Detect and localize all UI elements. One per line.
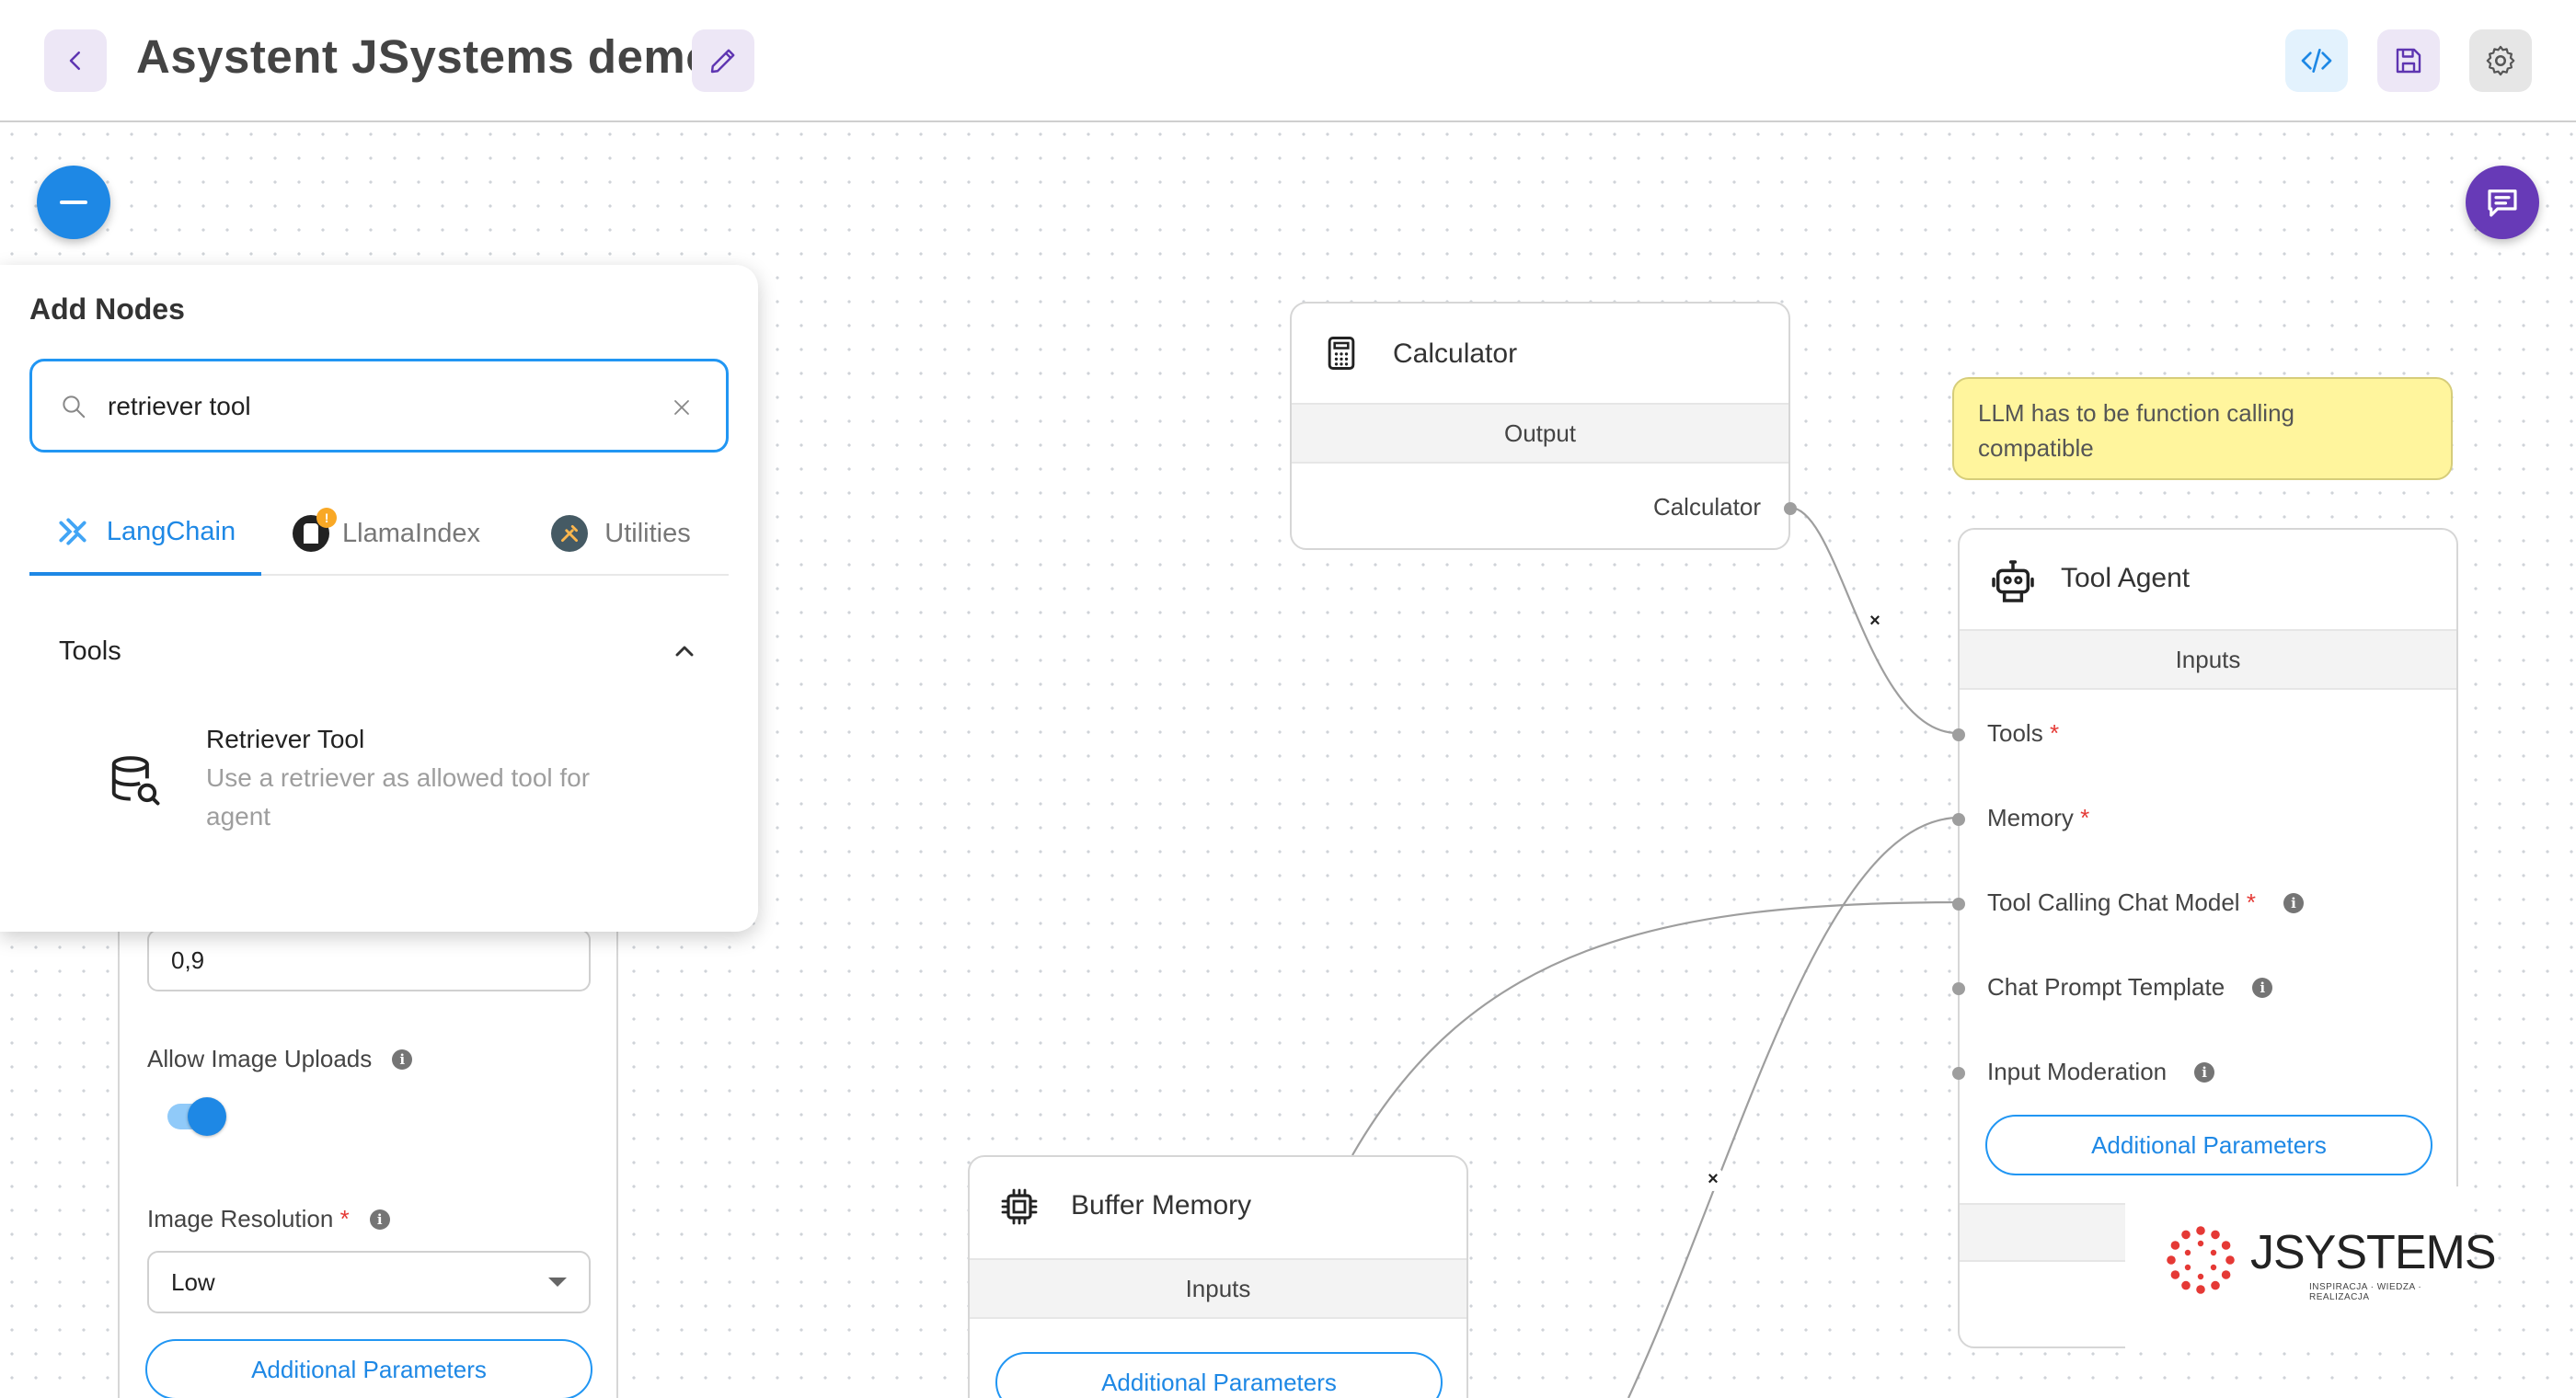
additional-parameters-button[interactable]: Additional Parameters [995, 1352, 1443, 1398]
image-resolution-value: Low [171, 1267, 215, 1296]
input-chat-model-row: Tool Calling Chat Model * i [1987, 888, 2304, 917]
output-label: Calculator [1652, 493, 1761, 521]
additional-parameters-button[interactable]: Additional Parameters [1985, 1115, 2432, 1175]
inputs-band: Inputs [1960, 629, 2456, 690]
buffer-memory-node[interactable]: Buffer Memory Inputs Additional Paramete… [968, 1155, 1468, 1398]
logo-dots-icon [2167, 1226, 2235, 1294]
page-title: Asystent JSystems demo [136, 30, 715, 83]
output-band: Output [1292, 403, 1788, 464]
input-chat-model-label: Tool Calling Chat Model * [1987, 888, 2256, 916]
chat-button[interactable] [2466, 166, 2539, 239]
langchain-icon [59, 518, 86, 545]
node-item-description: Use a retriever as allowed tool for [206, 763, 591, 792]
tab-label: LlamaIndex [342, 518, 480, 548]
allow-image-uploads-row: Allow Image Uploads i [147, 1045, 413, 1073]
tab-llamaindex[interactable]: ! LlamaIndex [276, 491, 497, 576]
edge-delete-button[interactable]: × [1863, 609, 1887, 633]
node-item-retriever-tool[interactable]: Retriever Tool Use a retriever as allowe… [29, 721, 729, 859]
input-handle-prompt[interactable] [1952, 982, 1965, 995]
allow-image-uploads-toggle[interactable] [167, 1097, 226, 1136]
node-item-description-cont: agent [206, 802, 271, 831]
api-code-button[interactable] [2285, 29, 2348, 92]
back-button[interactable] [44, 29, 107, 92]
input-handle-tools[interactable] [1952, 728, 1965, 741]
inputs-band: Inputs [970, 1258, 1466, 1319]
settings-button[interactable] [2469, 29, 2532, 92]
note-line: LLM has to be function calling [1978, 399, 2294, 427]
add-nodes-panel: Add Nodes LangChain ! LlamaIndex Utiliti… [0, 265, 758, 932]
allow-image-uploads-label: Allow Image Uploads [147, 1045, 373, 1072]
tab-utilities[interactable]: Utilities [515, 491, 727, 576]
input-moderation-label: Input Moderation [1987, 1058, 2168, 1085]
search-box[interactable] [29, 359, 729, 453]
chevron-left-icon [69, 52, 80, 70]
category-label: Tools [59, 636, 121, 666]
panel-title: Add Nodes [29, 292, 185, 326]
input-prompt-row: Chat Prompt Template i [1987, 973, 2273, 1002]
chat-bubble-icon [2488, 189, 2517, 217]
logo-wordmark: JSYSTEMS [2250, 1226, 2496, 1279]
info-icon: i [2194, 1061, 2215, 1083]
edge-memory [1627, 816, 1961, 1398]
node-item-name: Retriever Tool [206, 725, 365, 753]
llama-icon: ! [293, 508, 338, 552]
toggle-knob [188, 1097, 226, 1136]
floppy-disk-icon [2396, 48, 2421, 74]
robot-icon [1992, 560, 2034, 602]
save-button[interactable] [2377, 29, 2440, 92]
node-title: Buffer Memory [1071, 1190, 1252, 1220]
image-resolution-label: Image Resolution * [147, 1205, 350, 1232]
tab-langchain[interactable]: LangChain [29, 491, 261, 576]
chevron-up-icon [675, 646, 694, 657]
gear-icon [2486, 45, 2515, 76]
tab-label: Utilities [604, 518, 691, 548]
output-handle[interactable] [1784, 502, 1797, 515]
info-icon: i [2283, 892, 2304, 913]
node-title: Tool Agent [2061, 563, 2191, 593]
calculator-icon [1328, 337, 1355, 370]
input-memory-label: Memory * [1987, 804, 2090, 831]
code-icon [2301, 49, 2332, 73]
database-search-icon [111, 756, 160, 806]
input-handle-moderation[interactable] [1952, 1067, 1965, 1080]
sticky-note[interactable]: LLM has to be function calling compatibl… [1952, 377, 2453, 480]
input-tools-label: Tools * [1987, 719, 2060, 747]
edit-title-button[interactable] [692, 29, 754, 92]
pencil-icon [710, 49, 735, 74]
tab-label: LangChain [106, 516, 236, 546]
additional-parameters-button[interactable]: Additional Parameters [145, 1339, 592, 1398]
jsystems-logo: JSYSTEMS INSPIRACJA · WIEDZA · REALIZACJ… [2125, 1186, 2496, 1352]
info-icon: i [369, 1209, 390, 1230]
tools-icon [551, 515, 589, 552]
info-icon: i [2252, 977, 2273, 998]
category-tools-header[interactable]: Tools [29, 605, 729, 697]
image-resolution-row: Image Resolution * i [147, 1205, 390, 1233]
input-handle-chat-model[interactable] [1952, 898, 1965, 911]
search-icon [63, 395, 86, 418]
input-handle-memory[interactable] [1952, 813, 1965, 826]
toggle-add-nodes-button[interactable] [37, 166, 110, 239]
note-line: compatible [1978, 434, 2094, 462]
search-input[interactable] [108, 382, 623, 431]
minus-icon [60, 201, 87, 204]
top-p-input[interactable]: 0,9 [147, 929, 591, 991]
cpu-chip-icon [1001, 1188, 1038, 1225]
clear-search-icon[interactable] [671, 396, 693, 418]
edge-chat-model [1351, 900, 1961, 1156]
image-resolution-select[interactable]: Low [147, 1251, 591, 1313]
info-icon: i [392, 1048, 413, 1070]
caret-down-icon [548, 1278, 567, 1287]
input-moderation-row: Input Moderation i [1987, 1058, 2215, 1086]
node-title: Calculator [1393, 338, 1518, 369]
warning-badge: ! [316, 508, 338, 528]
logo-tagline: INSPIRACJA · WIEDZA · REALIZACJA [2309, 1282, 2422, 1302]
calculator-node[interactable]: Calculator Output Calculator [1290, 302, 1797, 550]
input-prompt-label: Chat Prompt Template [1987, 973, 2225, 1001]
edge-delete-button[interactable]: × [1701, 1167, 1725, 1191]
